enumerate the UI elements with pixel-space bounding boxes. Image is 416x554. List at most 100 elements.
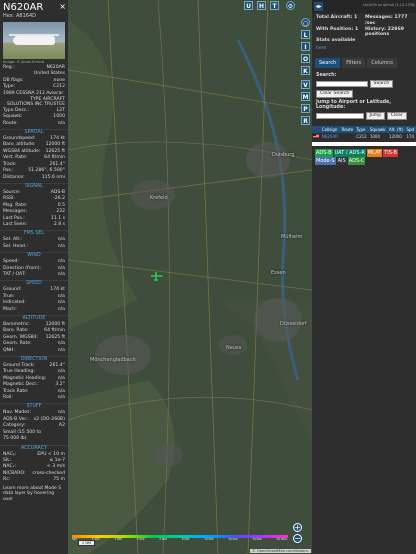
section-direction: DIRECTION xyxy=(0,356,68,363)
map-label-mulheim: Mülheim xyxy=(281,234,303,240)
column-header[interactable] xyxy=(312,125,321,133)
messages-rate: Messages: 1777 /sec xyxy=(365,15,408,26)
tab-columns[interactable]: Columns xyxy=(367,57,397,68)
table-row[interactable]: N620AR C212 1000 12000 174 xyxy=(312,133,416,140)
layer-button-h[interactable]: H xyxy=(257,1,266,10)
signal-key: Last Seen: xyxy=(3,221,28,227)
section-spatial: SPATIAL xyxy=(0,129,68,136)
search-button[interactable]: Search xyxy=(369,79,394,88)
aircraft-info-panel: N620AR Hex: A8164D × Image: © Jonas Erra… xyxy=(0,0,68,554)
map-view[interactable]: U H T ⚙ ○ L I O K V M P R Duisburg Mülhe… xyxy=(68,0,312,554)
stats-available: Stats available xyxy=(316,38,356,44)
map-button-r[interactable]: R xyxy=(301,116,310,125)
details2-key: Route: xyxy=(3,120,18,126)
settings-gear-icon[interactable]: ⚙ xyxy=(286,1,295,10)
details2-row: Route: n/a xyxy=(0,121,68,127)
speed-key: Mach: xyxy=(3,306,17,312)
details2-list: Type Desc.: L2T Squawk: 1000 Route: n/a xyxy=(0,108,68,127)
layer-button-t[interactable]: T xyxy=(270,1,279,10)
column-header[interactable]: Spd xyxy=(405,125,416,133)
with-position: With Position: 1 xyxy=(316,26,359,32)
map-label-krefeld: Krefeld xyxy=(150,195,168,201)
us-flag-icon xyxy=(312,133,321,140)
colorbar-ticks: 500 1 000 2 000 4 000 6 000 8 000 10 000 20 000… xyxy=(72,538,288,541)
close-icon[interactable]: × xyxy=(59,2,66,11)
aircraft-photo[interactable] xyxy=(3,22,65,59)
fms-value: n/a xyxy=(57,243,65,249)
source-badge: MLAT xyxy=(366,148,383,157)
map-button-o[interactable]: O xyxy=(301,54,310,63)
search-input[interactable] xyxy=(316,80,368,87)
fms-row: Sel. Head.: n/a xyxy=(0,244,68,250)
tab-search[interactable]: Search xyxy=(315,57,341,68)
aircraft-header: N620AR Hex: A8164D × xyxy=(0,0,68,19)
spatial-list: Groundspeed: 174 kt Baro. altitude: 12000 f… xyxy=(0,136,68,181)
column-header[interactable]: Route xyxy=(340,125,356,133)
details-key: Reg.: xyxy=(3,65,15,70)
map-button-v[interactable]: V xyxy=(301,80,310,89)
colorbar-tick: 8 000 xyxy=(181,538,190,541)
photo-plane xyxy=(13,36,55,45)
table-header: Callsign Route Type Squawk Alt. (ft) Spd xyxy=(312,125,416,133)
jump-input[interactable] xyxy=(316,112,364,119)
direction-list: Ground Track: 261.4° True Heading: n/a Magne… xyxy=(0,363,68,401)
signal-row: Last Seen: 2.8 s xyxy=(0,222,68,228)
colorbar-tick: 2 000 xyxy=(114,538,122,541)
stuff-value: A2 xyxy=(58,423,65,429)
fms-list: Sel. Alt.: n/a Sel. Head.: n/a xyxy=(0,237,68,250)
search-panel: Search: Search Clear Search Jump to Airp… xyxy=(312,68,416,120)
details-list: Reg.: N620AR United States DB flags: none Typ… xyxy=(0,65,68,97)
signal-list: Source: ADS-B RSSI: -26.2 Msg. Rate: 0.5 Messa… xyxy=(0,190,68,228)
zoom-in-button[interactable]: + xyxy=(293,523,302,532)
colorbar-tick: 20 000 xyxy=(228,538,238,541)
top-strip: ◂▸ tar1090 on github (3.14.1706) xyxy=(312,0,416,13)
tab-bar: Search Filters Columns xyxy=(315,57,413,68)
section-signal: SIGNAL xyxy=(0,182,68,190)
column-header[interactable]: Alt. (ft) xyxy=(388,125,406,133)
colorbar-tick: 6 000 xyxy=(159,538,167,541)
map-label-duisburg: Duisburg xyxy=(272,152,295,158)
column-header[interactable]: Callsign xyxy=(320,125,341,133)
jump-button[interactable]: Jump xyxy=(365,111,386,120)
colorbar-tick: 40 000+ xyxy=(276,538,288,541)
colorbar-tick: 30 000 xyxy=(252,538,262,541)
version-link[interactable]: tar1090 on github (3.14.1706) xyxy=(363,3,415,7)
source-badge: UAT / ADS-R xyxy=(333,148,366,157)
column-header[interactable]: Squawk xyxy=(368,125,389,133)
source-badge: ADS-C xyxy=(347,156,366,165)
map-button-l[interactable]: L xyxy=(301,30,310,39)
map-button-i[interactable]: I xyxy=(301,42,310,51)
map-attribution[interactable]: © OpenStreetMap contributors. xyxy=(250,549,311,553)
map-button-p[interactable]: P xyxy=(301,104,310,113)
speed-row: Mach: n/a xyxy=(0,307,68,313)
layer-button-u[interactable]: U xyxy=(244,1,253,10)
source-badge: Mode-S xyxy=(315,156,336,165)
reset-icon[interactable]: ○ xyxy=(301,18,310,27)
zoom-out-button[interactable]: − xyxy=(293,534,302,543)
table-cell: 174 xyxy=(406,133,415,139)
tab-filters[interactable]: Filters xyxy=(342,57,366,68)
table-cell: N620AR xyxy=(321,133,338,139)
stats-here-link[interactable]: here xyxy=(312,46,416,51)
source-badge: AIS xyxy=(336,156,347,165)
altitude-key: QNH: xyxy=(3,347,16,353)
speed-value: n/a xyxy=(57,306,65,312)
map-canvas[interactable] xyxy=(68,0,312,554)
fms-key: Sel. Head.: xyxy=(3,243,28,249)
table-cell xyxy=(340,133,355,140)
sidebar-toggle-icon[interactable]: ◂▸ xyxy=(314,2,323,11)
search-label: Search: xyxy=(316,72,337,78)
source-badge: ADS-B xyxy=(315,148,333,157)
map-button-m[interactable]: M xyxy=(301,92,310,101)
callsign: N620AR xyxy=(3,2,44,13)
stuff-row: 75 000 lb) xyxy=(0,436,68,442)
column-header[interactable]: Type xyxy=(355,125,369,133)
colorbar-tick: 10 000 xyxy=(204,538,214,541)
map-label-monchengladbach: Mönchengladbach xyxy=(90,357,136,363)
map-button-k[interactable]: K xyxy=(301,66,310,75)
map-label-essen: Essen xyxy=(271,270,286,276)
signal-value: 2.8 s xyxy=(53,221,65,227)
clear-button[interactable]: Clear xyxy=(386,111,407,120)
clear-search-button[interactable]: Clear Search xyxy=(316,89,354,98)
source-badge: TIS-B xyxy=(383,148,398,157)
